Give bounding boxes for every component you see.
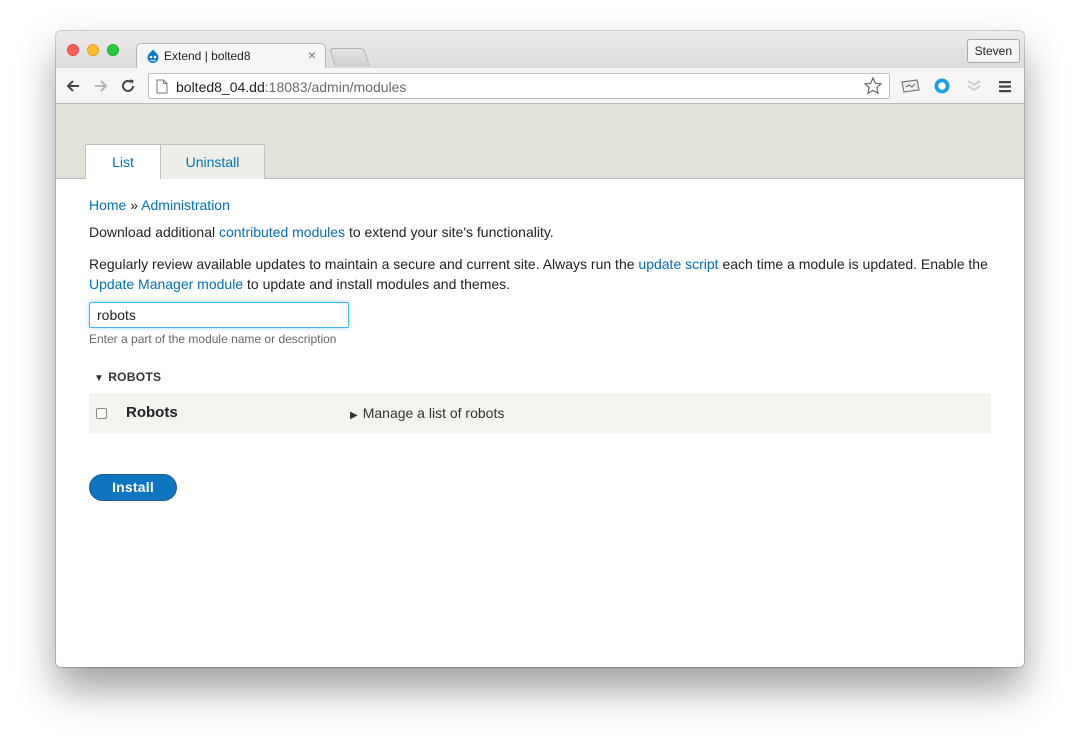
updates-prefix: Regularly review available updates to ma… xyxy=(89,256,635,272)
extension-chevron-icon[interactable] xyxy=(964,77,984,97)
download-suffix: to extend your site's functionality. xyxy=(348,224,554,240)
browser-window: Extend | bolted8 × Steven bolted8_04.dd:… xyxy=(56,31,1024,667)
close-window-button[interactable] xyxy=(67,44,79,56)
url-path: :18083/admin/modules xyxy=(264,79,407,95)
update-script-link[interactable]: update script xyxy=(638,256,718,272)
filter-description: Enter a part of the module name or descr… xyxy=(89,332,337,346)
new-tab-button[interactable] xyxy=(329,48,370,66)
module-name: Robots xyxy=(126,404,178,421)
package-toggle[interactable]: ▼ ROBOTS xyxy=(94,370,161,384)
profile-button[interactable]: Steven xyxy=(966,39,1020,63)
reload-icon[interactable] xyxy=(119,77,137,95)
breadcrumb-administration-link[interactable]: Administration xyxy=(141,197,230,213)
collapse-triangle-icon: ▼ xyxy=(94,373,105,384)
breadcrumb-separator: » xyxy=(130,197,139,213)
download-prefix: Download additional xyxy=(89,224,216,240)
url-host: bolted8_04.dd xyxy=(176,79,265,95)
forward-arrow-icon[interactable] xyxy=(92,77,110,95)
module-filter-input[interactable] xyxy=(89,302,349,328)
browser-toolbar: bolted8_04.dd:18083/admin/modules xyxy=(56,68,1024,104)
bookmark-star-icon[interactable] xyxy=(863,76,883,96)
contributed-modules-link[interactable]: contributed modules xyxy=(219,224,345,240)
package-name: ROBOTS xyxy=(108,370,162,384)
back-arrow-icon[interactable] xyxy=(64,77,82,95)
module-description-toggle[interactable]: ▶ Manage a list of robots xyxy=(350,405,504,421)
expand-triangle-icon: ▶ xyxy=(350,410,358,421)
updates-suffix: to update and install modules and themes… xyxy=(247,276,511,292)
tab-strip: Extend | bolted8 × Steven xyxy=(56,31,1024,69)
address-bar[interactable]: bolted8_04.dd:18083/admin/modules xyxy=(148,73,890,99)
breadcrumb-home-link[interactable]: Home xyxy=(89,197,126,213)
download-text: Download additional contributed modules … xyxy=(89,224,554,240)
update-manager-link[interactable]: Update Manager module xyxy=(89,276,243,292)
browser-tab[interactable]: Extend | bolted8 × xyxy=(136,43,326,69)
tab-uninstall[interactable]: Uninstall xyxy=(160,144,265,179)
module-description: Manage a list of robots xyxy=(362,405,505,421)
admin-header: List Uninstall xyxy=(56,104,1024,180)
tab-close-icon[interactable]: × xyxy=(308,47,316,63)
tab-title: Extend | bolted8 xyxy=(164,49,251,63)
module-row: Robots ▶ Manage a list of robots xyxy=(89,393,991,433)
updates-middle: each time a module is updated. Enable th… xyxy=(722,256,988,272)
module-enable-checkbox[interactable] xyxy=(96,408,107,419)
drupal-icon xyxy=(147,49,159,63)
url-text: bolted8_04.dd:18083/admin/modules xyxy=(176,79,406,95)
zoom-window-button[interactable] xyxy=(107,44,119,56)
page-icon xyxy=(156,79,168,94)
minimize-window-button[interactable] xyxy=(87,44,99,56)
extension-ring-icon[interactable] xyxy=(932,77,952,97)
breadcrumb: Home » Administration xyxy=(89,197,230,213)
install-button[interactable]: Install xyxy=(89,474,177,501)
extension-card-icon[interactable] xyxy=(899,77,921,95)
tab-list[interactable]: List xyxy=(85,144,161,180)
page-content: Home » Administration Download additiona… xyxy=(56,179,1024,667)
updates-text: Regularly review available updates to ma… xyxy=(89,254,989,294)
menu-icon[interactable] xyxy=(997,77,1013,95)
